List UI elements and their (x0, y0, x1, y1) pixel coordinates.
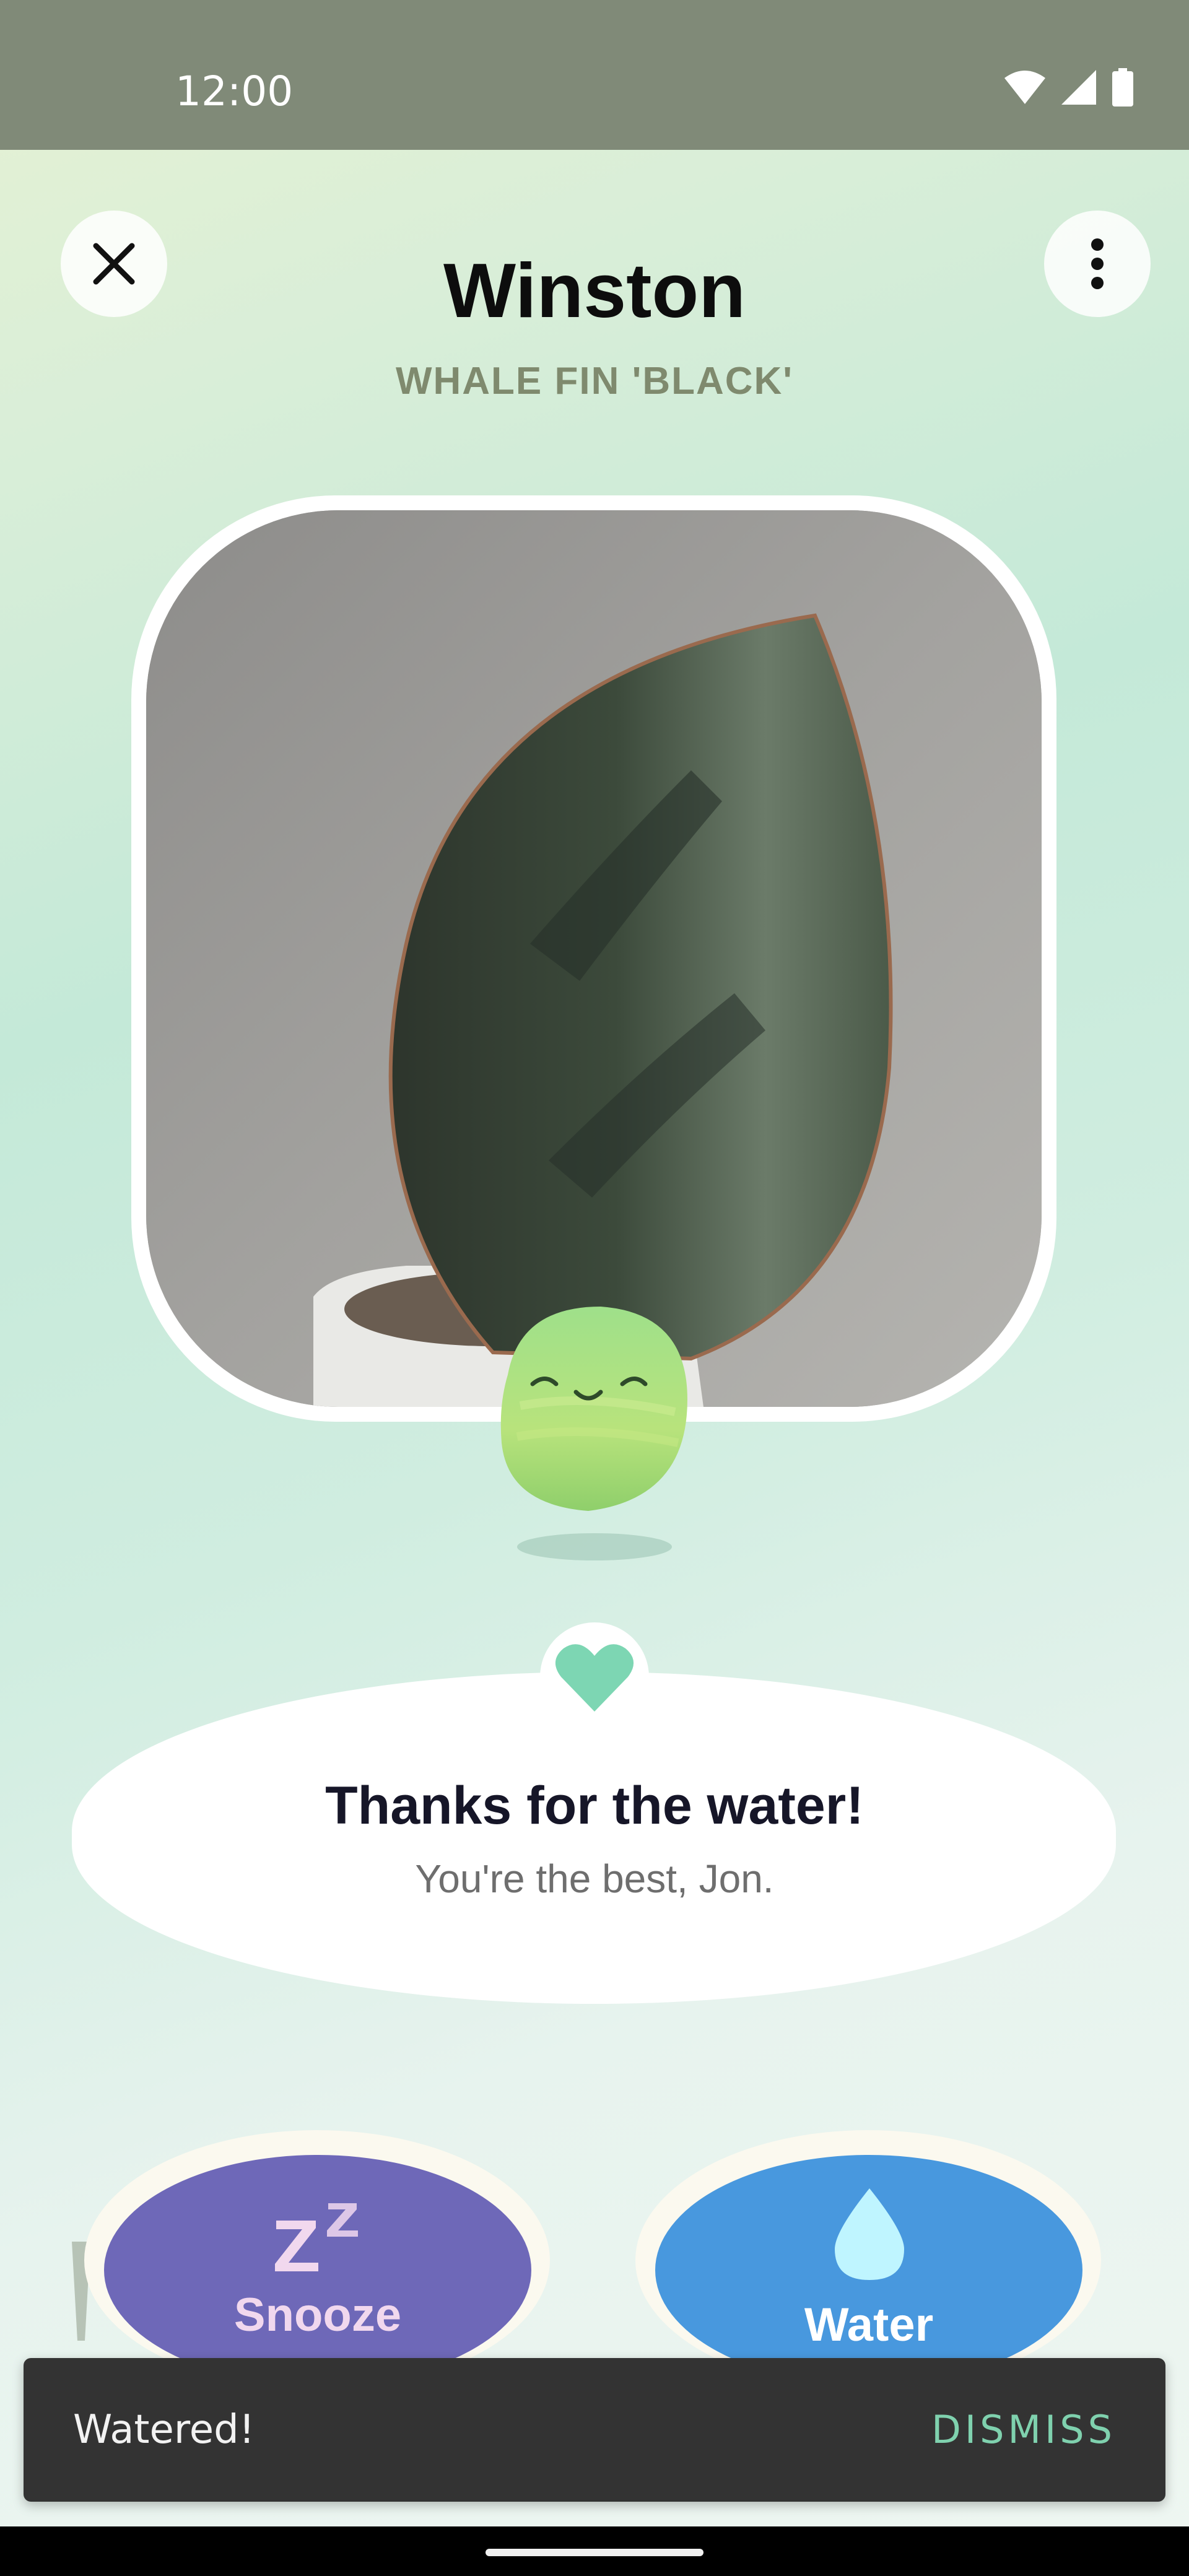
snooze-label: Snooze (233, 2289, 402, 2341)
snackbar: Watered! DISMISS (24, 2358, 1165, 2502)
wifi-icon (1004, 71, 1045, 104)
message-subtitle: You're the best, Jon. (415, 1856, 774, 1901)
snooze-zz-icon (275, 2203, 358, 2271)
plant-name: Winston (443, 248, 746, 334)
status-time: 12:00 (175, 67, 294, 115)
heart-icon (555, 1644, 634, 1712)
plant-photo-frame[interactable] (131, 495, 1056, 1422)
signal-icon (1061, 70, 1096, 105)
mascot-shadow (517, 1533, 672, 1560)
water-label: Water (804, 2299, 934, 2351)
plant-leaf-illustration (146, 510, 1042, 1407)
dismiss-button[interactable]: DISMISS (931, 2358, 1116, 2502)
battery-icon (1112, 68, 1133, 107)
water-drop-icon (835, 2188, 904, 2280)
plant-mascot-icon[interactable] (483, 1300, 700, 1517)
heart-badge (540, 1622, 649, 1731)
snooze-button[interactable] (104, 2155, 531, 2385)
message-title: Thanks for the water! (325, 1776, 864, 1835)
home-gesture-handle[interactable] (486, 2549, 703, 2556)
status-bar: 12:00 (0, 0, 1189, 150)
snackbar-message: Watered! (73, 2407, 255, 2453)
plant-photo (146, 510, 1042, 1407)
plant-species: WHALE FIN 'BLACK' (395, 360, 794, 402)
status-icons (1004, 68, 1133, 107)
